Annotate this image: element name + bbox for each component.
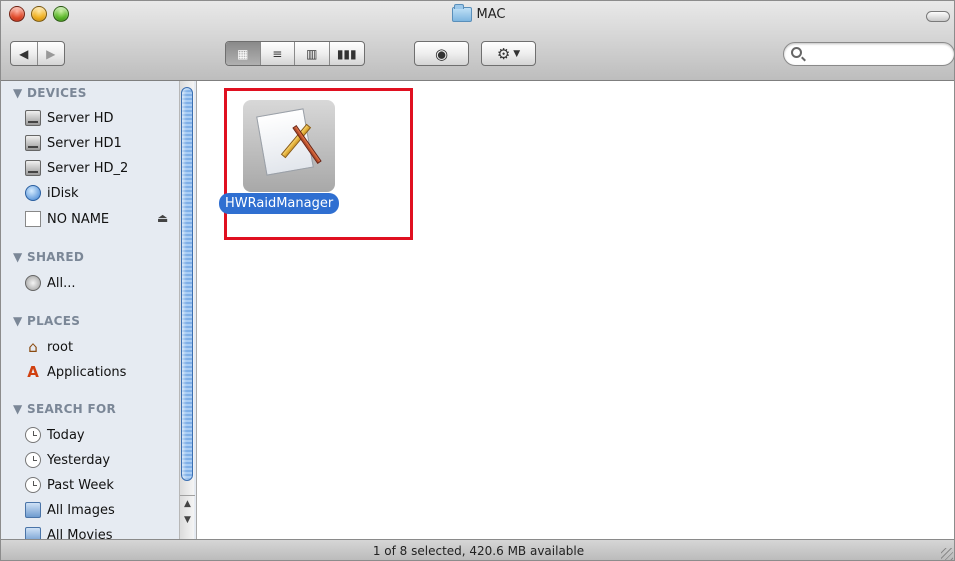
- sidebar-item-server-hd-2[interactable]: Server HD_2: [25, 157, 128, 179]
- eye-icon: ◉: [434, 44, 449, 63]
- hard-disk-icon: [25, 110, 41, 126]
- search-for-heading[interactable]: ▼ SEARCH FOR: [13, 402, 116, 416]
- sidebar-scroll-thumb[interactable]: [181, 87, 193, 481]
- file-browser-area[interactable]: HWRaidManager: [198, 81, 954, 539]
- idisk-icon: [25, 185, 41, 201]
- sidebar-item-past-week[interactable]: Past Week: [25, 474, 114, 496]
- sidebar-item-label: Today: [47, 427, 85, 443]
- sidebar-item-label: iDisk: [47, 185, 79, 201]
- toolbar-toggle-button[interactable]: [926, 11, 950, 22]
- sidebar-item-label: Past Week: [47, 477, 114, 493]
- network-icon: [25, 275, 41, 291]
- chevron-down-icon: ▼: [513, 48, 521, 59]
- search-icon: [791, 47, 802, 58]
- hard-disk-icon: [25, 135, 41, 151]
- window-title-text: MAC: [476, 7, 506, 22]
- status-bar: 1 of 8 selected, 420.6 MB available: [1, 539, 954, 560]
- hard-disk-icon: [25, 160, 41, 176]
- removable-disk-icon: [25, 211, 41, 227]
- file-item-hwraidmanager[interactable]: HWRaidManager: [216, 97, 366, 222]
- application-icon: [243, 100, 335, 192]
- sidebar-item-label: Server HD_2: [47, 160, 129, 176]
- clock-icon: [25, 427, 41, 443]
- sidebar-item-label: Applications: [47, 364, 127, 380]
- action-menu-button[interactable]: ⚙ ▼: [481, 41, 536, 66]
- search-input[interactable]: [808, 46, 948, 63]
- devices-heading[interactable]: ▼ DEVICES: [13, 86, 87, 100]
- back-button[interactable]: ◀: [11, 42, 38, 65]
- sidebar-item-no-name[interactable]: NO NAME: [25, 208, 109, 230]
- back-forward-control: ◀ ▶: [10, 41, 65, 66]
- sidebar-item-label: Server HD: [47, 110, 114, 126]
- sidebar-item-label: Yesterday: [47, 452, 111, 468]
- eject-icon[interactable]: ⏏: [157, 211, 168, 225]
- status-text: 1 of 8 selected, 420.6 MB available: [372, 544, 585, 558]
- icon-view-icon: ▦: [237, 46, 249, 61]
- window-title: MAC: [1, 4, 954, 22]
- sidebar-item-applications[interactable]: A Applications: [25, 361, 126, 383]
- shared-heading[interactable]: ▼ SHARED: [13, 250, 84, 264]
- sidebar-item-label: Server HD1: [47, 135, 122, 151]
- sidebar: ▼ DEVICES Server HD Server HD1 Server HD…: [1, 81, 197, 539]
- cover-flow-icon: ▮▮▮: [336, 46, 357, 61]
- sidebar-item-all-images[interactable]: All Images: [25, 499, 115, 521]
- sidebar-item-server-hd1[interactable]: Server HD1: [25, 132, 122, 154]
- sidebar-item-all-movies[interactable]: All Movies: [25, 524, 113, 539]
- file-name-label: HWRaidManager: [219, 193, 340, 214]
- clock-icon: [25, 477, 41, 493]
- gear-icon: ⚙: [496, 44, 511, 63]
- resize-handle-icon[interactable]: [941, 548, 953, 560]
- column-view-button[interactable]: ▥: [295, 42, 330, 65]
- images-folder-icon: [25, 502, 41, 518]
- icon-view-button[interactable]: ▦: [226, 42, 261, 65]
- sidebar-item-all-shared[interactable]: All...: [25, 272, 76, 294]
- sidebar-item-root[interactable]: ⌂ root: [25, 336, 73, 358]
- movies-folder-icon: [25, 527, 41, 539]
- home-icon: ⌂: [28, 338, 38, 356]
- list-view-button[interactable]: ≡: [261, 42, 295, 65]
- view-mode-control: ▦ ≡ ▥ ▮▮▮: [225, 41, 365, 66]
- folder-icon: [451, 4, 472, 22]
- forward-arrow-icon: ▶: [46, 46, 56, 61]
- sidebar-item-label: root: [47, 339, 74, 355]
- scroll-up-icon[interactable]: ▲: [180, 496, 195, 512]
- column-view-icon: ▥: [306, 46, 318, 61]
- sidebar-item-server-hd[interactable]: Server HD: [25, 107, 114, 129]
- sidebar-item-label: All...: [47, 275, 76, 291]
- sidebar-item-label: All Movies: [47, 527, 113, 540]
- applications-icon: A: [27, 363, 39, 381]
- forward-button[interactable]: ▶: [38, 42, 64, 65]
- sidebar-item-label: NO NAME: [47, 211, 110, 227]
- quicklook-button[interactable]: ◉: [414, 41, 469, 66]
- scroll-arrows: ▲ ▼: [180, 495, 195, 531]
- sidebar-item-yesterday[interactable]: Yesterday: [25, 449, 110, 471]
- sidebar-scrollbar[interactable]: ▲ ▼: [179, 81, 195, 539]
- title-toolbar: MAC ◀ ▶ ▦ ≡ ▥ ▮▮▮ ◉ ⚙ ▼: [1, 1, 954, 81]
- back-arrow-icon: ◀: [19, 46, 29, 61]
- sidebar-item-label: All Images: [47, 502, 115, 518]
- cover-flow-button[interactable]: ▮▮▮: [330, 42, 364, 65]
- clock-icon: [25, 452, 41, 468]
- scroll-down-icon[interactable]: ▼: [180, 512, 195, 528]
- search-field[interactable]: [783, 42, 954, 66]
- places-heading[interactable]: ▼ PLACES: [13, 314, 80, 328]
- sidebar-item-today[interactable]: Today: [25, 424, 85, 446]
- finder-window: MAC ◀ ▶ ▦ ≡ ▥ ▮▮▮ ◉ ⚙ ▼ ▼ DEVICES Server…: [0, 0, 955, 561]
- sidebar-item-idisk[interactable]: iDisk: [25, 182, 79, 204]
- list-view-icon: ≡: [272, 46, 283, 61]
